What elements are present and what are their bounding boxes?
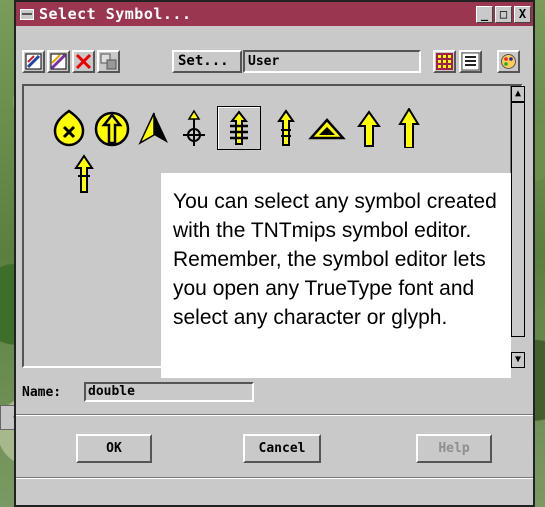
toolbar: Set... User	[22, 50, 527, 76]
title-bar[interactable]: Select Symbol... _ □ X	[16, 2, 533, 26]
symbol-up-arrow[interactable]	[349, 108, 389, 148]
maximize-button[interactable]: □	[495, 5, 512, 23]
scroll-down-arrow-icon[interactable]: ▼	[511, 352, 525, 368]
scroll-thumb[interactable]	[511, 102, 525, 337]
list-view-icon[interactable]	[459, 50, 482, 73]
edit-multiple-icon[interactable]	[47, 50, 70, 73]
separator-bottom	[16, 477, 533, 479]
minimize-button[interactable]: _	[476, 5, 493, 23]
help-button[interactable]: Help	[416, 434, 492, 463]
symbol-up-arrow-tall[interactable]	[389, 107, 429, 149]
explanation-callout: You can select any symbol created with t…	[161, 173, 511, 378]
vertical-scrollbar[interactable]: ▲ ▼	[510, 86, 525, 368]
name-field[interactable]: double	[84, 382, 254, 402]
copy-icon[interactable]	[97, 50, 120, 73]
symbol-set-field[interactable]: User	[243, 50, 421, 73]
symbol-circled-up-arrow[interactable]	[92, 108, 132, 148]
symbol-crosshair-arrow[interactable]	[174, 108, 214, 148]
edit-icon[interactable]	[22, 50, 45, 73]
symbol-circle-x-pin[interactable]	[49, 108, 89, 148]
select-grid-icon[interactable]	[433, 50, 456, 73]
set-button[interactable]: Set...	[172, 50, 242, 73]
symbol-single-barred-arrow[interactable]	[266, 108, 306, 148]
name-label: Name:	[22, 385, 62, 400]
symbol-barred-up-arrow[interactable]	[64, 154, 104, 194]
delete-icon[interactable]	[72, 50, 95, 73]
window-title: Select Symbol...	[39, 5, 192, 23]
separator-top	[16, 414, 533, 416]
cancel-button[interactable]: Cancel	[243, 434, 321, 463]
close-button[interactable]: X	[514, 5, 531, 23]
scroll-up-arrow-icon[interactable]: ▲	[511, 86, 525, 102]
symbol-arrow-triangle[interactable]	[307, 108, 347, 148]
system-menu-icon[interactable]	[20, 8, 34, 20]
ok-button[interactable]: OK	[76, 434, 152, 463]
symbol-double-barred-arrow[interactable]	[217, 106, 261, 150]
palette-icon[interactable]	[497, 50, 520, 73]
symbol-arrowhead-left[interactable]	[134, 108, 174, 148]
